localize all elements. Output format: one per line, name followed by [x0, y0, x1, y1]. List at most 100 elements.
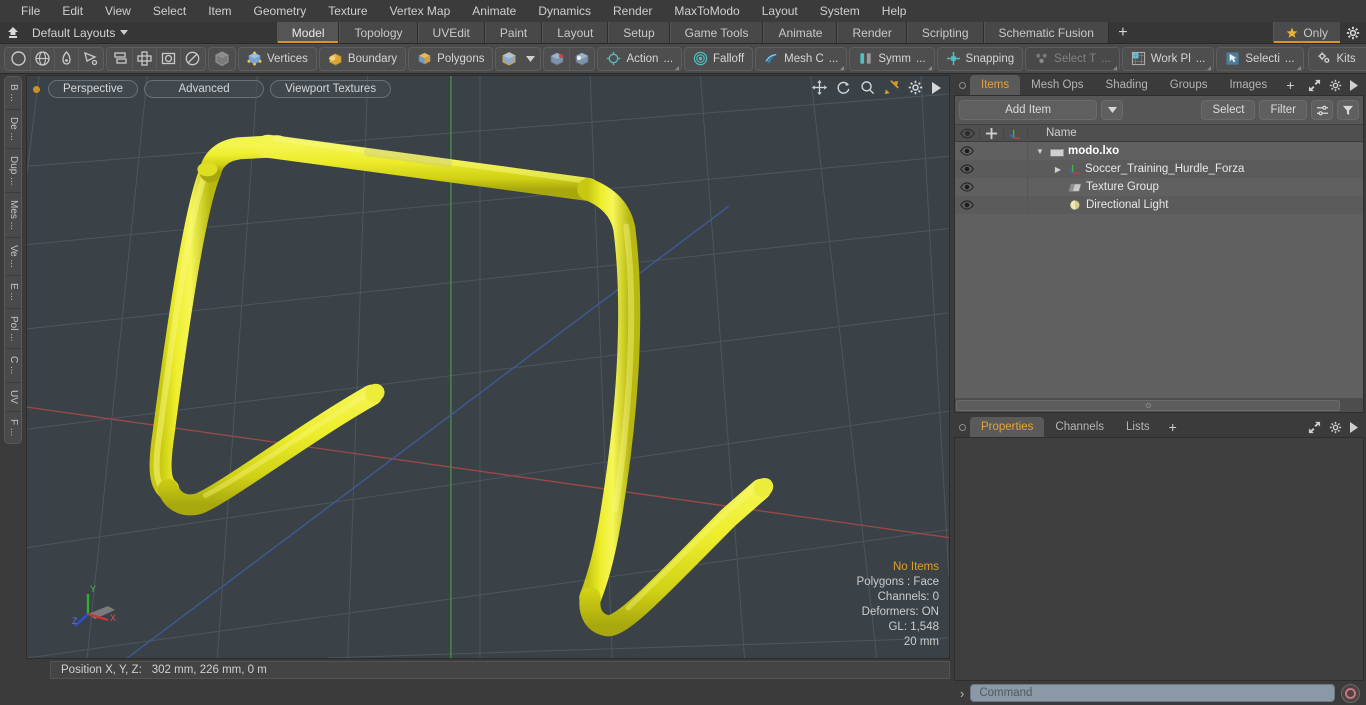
filter-list-icon[interactable] [1311, 100, 1333, 120]
selection-mode-polygons[interactable]: Polygons [408, 46, 494, 71]
menu-item-texture[interactable]: Texture [317, 0, 378, 22]
tree-item-directional-light[interactable]: Directional Light [1027, 196, 1363, 214]
row-visibility-eye-icon[interactable] [955, 146, 979, 156]
filter-button[interactable]: Filter [1259, 100, 1307, 120]
menu-item-select[interactable]: Select [142, 0, 197, 22]
align-icon[interactable] [108, 48, 132, 70]
default-layouts-selector[interactable]: Default Layouts [26, 22, 140, 43]
menu-item-file[interactable]: File [10, 0, 51, 22]
globe-icon[interactable] [30, 47, 54, 70]
zoom-icon[interactable] [860, 80, 875, 95]
layout-tab-game-tools[interactable]: Game Tools [669, 22, 764, 43]
left-tab-edge[interactable]: E ... [5, 275, 21, 309]
falloff-none-icon[interactable] [6, 48, 30, 70]
bounding-box-icon[interactable] [156, 47, 180, 70]
selection-mode-boundary[interactable]: Boundary [318, 46, 407, 71]
command-input[interactable] [970, 684, 1335, 702]
left-tab-deform[interactable]: De ... [5, 109, 21, 149]
menu-item-render[interactable]: Render [602, 0, 663, 22]
row-visibility-eye-icon[interactable] [955, 182, 979, 192]
menu-item-view[interactable]: View [94, 0, 142, 22]
left-tab-uv[interactable]: UV [5, 382, 21, 412]
tool-work-plane[interactable]: Work Pl ... [1121, 46, 1215, 71]
expand-icon[interactable] [1308, 421, 1321, 434]
layout-tab-topology[interactable]: Topology [339, 22, 418, 43]
tool-action-center[interactable]: Action ... [597, 46, 683, 71]
layout-tab-scripting[interactable]: Scripting [906, 22, 984, 43]
menu-item-dynamics[interactable]: Dynamics [527, 0, 602, 22]
tool-falloff[interactable]: Falloff [684, 46, 754, 71]
row-visibility-eye-icon[interactable] [955, 200, 979, 210]
tab-lists[interactable]: Lists [1115, 417, 1161, 437]
properties-panel[interactable] [954, 437, 1364, 681]
rotate-icon[interactable] [836, 80, 851, 95]
select-button[interactable]: Select [1201, 100, 1256, 120]
left-tab-vertex[interactable]: Ve ... [5, 238, 21, 276]
layout-tab-layout[interactable]: Layout [542, 22, 609, 43]
add-panel-tab-button[interactable]: + [1278, 75, 1302, 95]
expand-icon[interactable] [1308, 79, 1321, 92]
workplane-align-icon[interactable] [545, 48, 569, 70]
gear-icon[interactable] [908, 80, 923, 95]
tree-item-texture-group[interactable]: Texture Group [1027, 178, 1363, 196]
table-row[interactable]: Directional Light [955, 196, 1363, 214]
row-visibility-eye-icon[interactable] [955, 164, 979, 174]
gear-icon[interactable] [1329, 79, 1342, 92]
layout-tab-setup[interactable]: Setup [608, 22, 670, 43]
left-tab-mesh-edit[interactable]: Mes ... [5, 193, 21, 239]
gear-icon[interactable] [1340, 22, 1366, 43]
pan-icon[interactable] [812, 80, 827, 95]
tab-channels[interactable]: Channels [1044, 417, 1115, 437]
layout-tab-animate[interactable]: Animate [763, 22, 838, 43]
add-item-button[interactable]: Add Item [959, 100, 1098, 120]
chevron-right-icon[interactable]: ▶ [1052, 165, 1064, 174]
menu-item-geometry[interactable]: Geometry [243, 0, 318, 22]
items-tree-hscrollbar[interactable] [956, 399, 1340, 411]
layout-tab-schematic-fusion[interactable]: Schematic Fusion [983, 22, 1109, 43]
menu-item-vertex-map[interactable]: Vertex Map [379, 0, 462, 22]
chevron-down-icon[interactable]: ▼ [1034, 147, 1046, 156]
add-properties-tab-button[interactable]: + [1161, 417, 1185, 437]
tab-shading[interactable]: Shading [1095, 75, 1159, 95]
tool-kits[interactable]: Kits [1307, 46, 1366, 71]
funnel-icon[interactable] [1337, 100, 1359, 120]
layout-tab-paint[interactable]: Paint [484, 22, 543, 43]
play-arrow-icon[interactable] [1350, 421, 1358, 433]
menu-item-layout[interactable]: Layout [751, 0, 809, 22]
workplane-fit-icon[interactable] [569, 47, 593, 70]
tab-items[interactable]: Items [970, 75, 1021, 95]
viewport-texture-mode[interactable]: Viewport Textures [270, 80, 392, 98]
tool-snapping[interactable]: Snapping [936, 46, 1024, 71]
cube-dropdown-caret[interactable] [521, 48, 539, 70]
panel-menu-dot[interactable] [954, 75, 970, 95]
viewport-shading-mode[interactable]: Advanced [144, 80, 265, 98]
left-tab-duplicate[interactable]: Dup ... [5, 148, 21, 194]
record-circle-icon[interactable] [1341, 683, 1360, 703]
menu-item-system[interactable]: System [809, 0, 871, 22]
lasso-icon[interactable] [78, 47, 102, 70]
menu-item-animate[interactable]: Animate [461, 0, 527, 22]
gear-icon[interactable] [1329, 421, 1342, 434]
selection-mode-vertices[interactable]: Vertices [238, 46, 317, 71]
tab-mesh-ops[interactable]: Mesh Ops [1020, 75, 1094, 95]
only-toggle[interactable]: Only [1273, 22, 1340, 43]
pen-icon[interactable] [54, 47, 78, 70]
viewport-3d[interactable]: Perspective Advanced Viewport Textures N… [26, 75, 950, 659]
tool-select-through[interactable]: Select T ... [1025, 46, 1120, 71]
menu-item-item[interactable]: Item [197, 0, 242, 22]
menu-item-edit[interactable]: Edit [51, 0, 94, 22]
table-row[interactable]: ▼ modo.lxo [955, 142, 1363, 160]
tool-mesh-constraint[interactable]: Mesh C ... [755, 46, 848, 71]
home-up-icon[interactable] [0, 22, 26, 43]
properties-menu-dot[interactable] [954, 417, 970, 437]
left-tab-fusion[interactable]: F ... [5, 411, 21, 443]
menu-item-help[interactable]: Help [871, 0, 918, 22]
layout-tab-uvedit[interactable]: UVEdit [417, 22, 485, 43]
play-arrow-icon[interactable] [1350, 79, 1358, 91]
layout-tab-render[interactable]: Render [837, 22, 907, 43]
tree-item-mesh[interactable]: ▶ Soccer_Training_Hurdle_Forza [1027, 160, 1363, 178]
tool-symmetry[interactable]: Symm ... [849, 46, 935, 71]
viewport-view-mode[interactable]: Perspective [48, 80, 139, 98]
left-tab-polygon[interactable]: Pol ... [5, 308, 21, 350]
items-tree[interactable]: ▼ modo.lxo ▶ Soccer_Training_Hurdle_Forz… [955, 142, 1363, 398]
